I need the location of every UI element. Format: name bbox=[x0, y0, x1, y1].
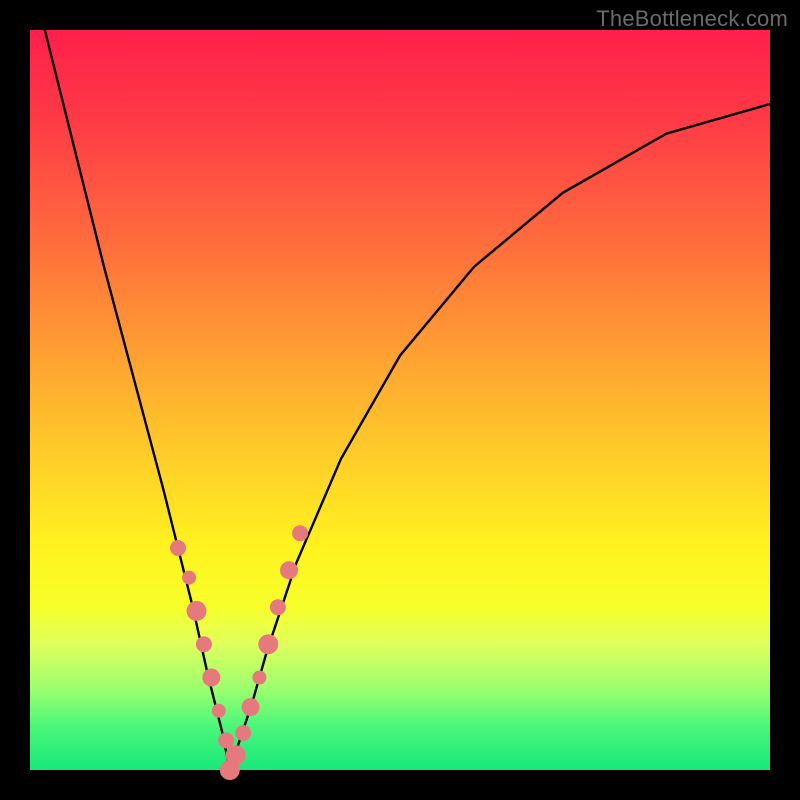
bottleneck-curve bbox=[45, 30, 770, 770]
marker-point bbox=[226, 745, 246, 765]
outer-frame: TheBottleneck.com bbox=[0, 0, 800, 800]
marker-point bbox=[170, 540, 186, 556]
marker-point bbox=[292, 525, 308, 541]
marker-point bbox=[235, 725, 251, 741]
marker-point bbox=[280, 561, 298, 579]
attribution-text: TheBottleneck.com bbox=[596, 6, 788, 32]
marker-point bbox=[258, 634, 278, 654]
marker-point bbox=[196, 636, 212, 652]
chart-svg bbox=[30, 30, 770, 770]
marker-point bbox=[187, 601, 207, 621]
plot-area bbox=[30, 30, 770, 770]
marker-point bbox=[182, 571, 196, 585]
marker-point bbox=[202, 669, 220, 687]
marker-point bbox=[270, 599, 286, 615]
marker-point bbox=[252, 671, 266, 685]
marker-point bbox=[218, 732, 234, 748]
marker-point bbox=[212, 704, 226, 718]
marker-point bbox=[242, 698, 260, 716]
